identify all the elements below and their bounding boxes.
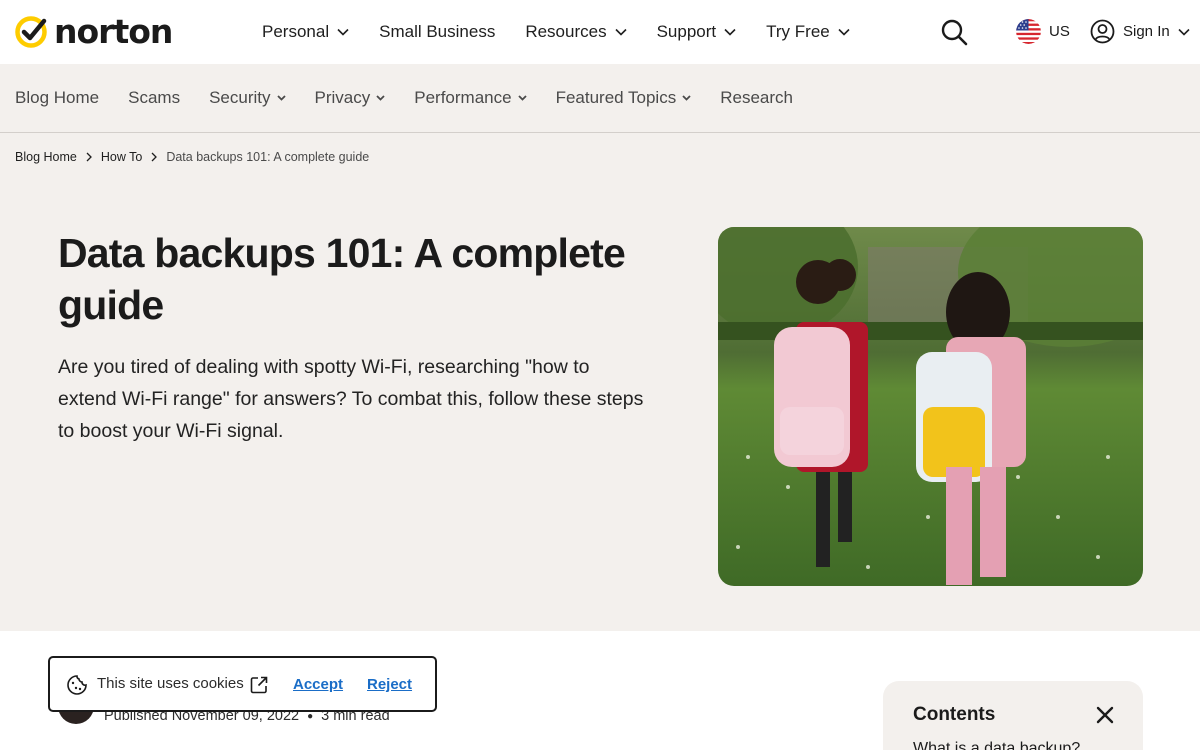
- chevron-down-icon: [838, 28, 850, 36]
- user-circle-icon: [1090, 19, 1115, 44]
- nav-personal-label: Personal: [262, 22, 330, 41]
- cookie-text: This site uses cookies: [97, 675, 244, 692]
- region-selector[interactable]: US: [1016, 19, 1070, 44]
- nav-personal[interactable]: Personal: [262, 22, 349, 42]
- blog-nav-performance-label: Performance: [414, 88, 512, 107]
- blog-nav-research-label: Research: [720, 88, 793, 107]
- chevron-down-icon: [376, 95, 385, 101]
- chevron-down-icon: [682, 95, 691, 101]
- sign-in-button[interactable]: Sign In: [1090, 19, 1190, 44]
- sign-in-label: Sign In: [1123, 23, 1170, 40]
- chevron-down-icon: [724, 28, 736, 36]
- main-nav: Personal Small Business Resources Suppor…: [262, 20, 880, 44]
- nav-small-business-label: Small Business: [379, 22, 496, 41]
- nav-resources-label: Resources: [525, 22, 607, 41]
- blog-nav-security[interactable]: Security: [209, 88, 286, 108]
- blog-nav: Blog Home Scams Security Privacy Perform…: [0, 64, 1200, 133]
- breadcrumb-blog-home[interactable]: Blog Home: [15, 150, 77, 164]
- hero-image: [718, 227, 1143, 586]
- article-hero: Blog Home How To Data backups 101: A com…: [0, 133, 1200, 631]
- nav-try-free[interactable]: Try Free: [766, 22, 850, 42]
- nav-support-label: Support: [656, 22, 717, 41]
- chevron-down-icon: [337, 28, 349, 36]
- chevron-down-icon: [276, 95, 286, 101]
- blog-nav-blog-home-label: Blog Home: [15, 88, 100, 107]
- checkmark-logo-icon: [15, 16, 47, 48]
- nav-support[interactable]: Support: [657, 22, 737, 42]
- accept-cookies-button[interactable]: Accept: [293, 676, 343, 693]
- blog-nav-research[interactable]: Research: [720, 88, 793, 108]
- blog-nav-scams[interactable]: Scams: [128, 88, 180, 108]
- separator-dot: ●: [307, 710, 314, 722]
- chevron-down-icon: [1178, 28, 1190, 36]
- breadcrumb: Blog Home How To Data backups 101: A com…: [15, 150, 369, 164]
- blog-nav-privacy[interactable]: Privacy: [315, 88, 386, 108]
- nav-try-free-label: Try Free: [766, 22, 830, 41]
- reject-cookies-button[interactable]: Reject: [367, 676, 412, 693]
- cookie-banner: This site uses cookies Accept Reject: [48, 656, 437, 712]
- chevron-right-icon: [86, 152, 92, 162]
- blog-nav-security-label: Security: [209, 88, 271, 107]
- blog-nav-featured-topics[interactable]: Featured Topics: [556, 88, 692, 108]
- contents-item[interactable]: What is a data backup?: [913, 740, 1080, 750]
- nav-small-business[interactable]: Small Business: [379, 22, 495, 42]
- chevron-down-icon: [517, 95, 527, 101]
- blog-nav-featured-topics-label: Featured Topics: [555, 88, 677, 107]
- blog-nav-scams-label: Scams: [128, 88, 181, 107]
- us-flag-icon: [1016, 19, 1041, 44]
- logo-wordmark: norton: [54, 12, 173, 51]
- blog-nav-privacy-label: Privacy: [314, 88, 371, 107]
- close-icon[interactable]: [1095, 705, 1115, 725]
- nav-resources[interactable]: Resources: [525, 22, 627, 42]
- breadcrumb-how-to[interactable]: How To: [101, 150, 142, 164]
- blog-nav-performance[interactable]: Performance: [414, 88, 527, 108]
- norton-logo[interactable]: norton: [14, 12, 173, 51]
- search-icon[interactable]: [940, 18, 968, 46]
- region-label: US: [1049, 23, 1070, 40]
- breadcrumb-current: Data backups 101: A complete guide: [166, 150, 370, 164]
- chevron-right-icon: [151, 152, 158, 162]
- contents-panel: Contents What is a data backup?: [883, 681, 1143, 750]
- chevron-down-icon: [615, 28, 627, 36]
- page-title: Data backups 101: A complete guide: [58, 230, 626, 328]
- external-link-icon[interactable]: [249, 675, 269, 695]
- article-description: Are you tired of dealing with spotty Wi-…: [58, 356, 644, 442]
- top-header: norton Personal Small Business Resources…: [0, 0, 1200, 64]
- blog-nav-blog-home[interactable]: Blog Home: [15, 88, 99, 108]
- contents-title: Contents: [913, 704, 996, 725]
- cookie-icon: [67, 675, 87, 695]
